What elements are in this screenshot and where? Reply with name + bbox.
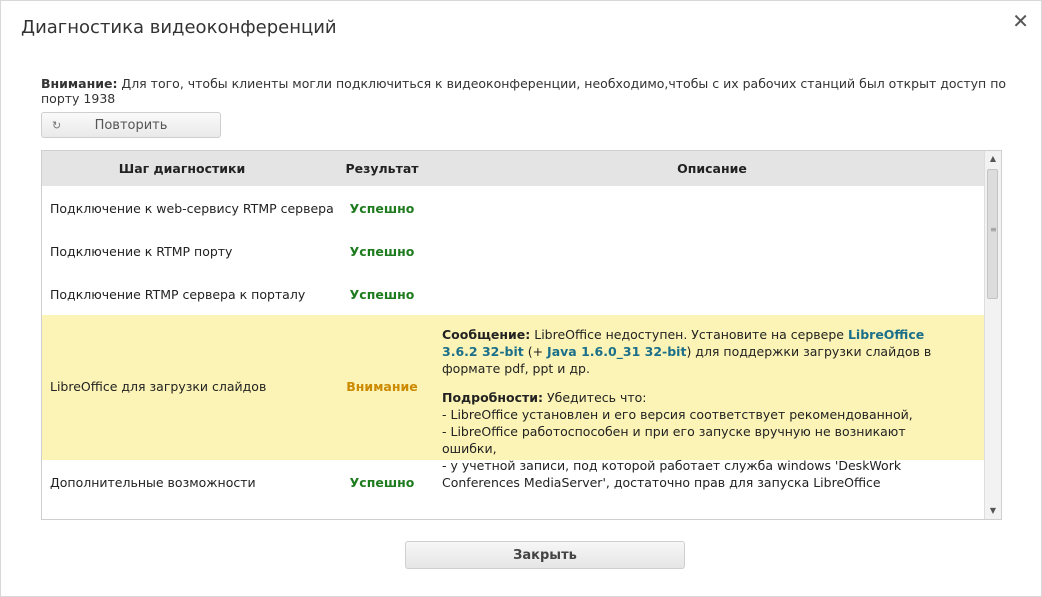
details-label: Подробности:: [442, 390, 544, 405]
grip-icon: ≡: [990, 225, 997, 234]
retry-label: Повторить: [94, 118, 168, 133]
message-paragraph: Сообщение: LibreOffice недоступен. Устан…: [442, 326, 962, 377]
details-intro: Убедитесь что:: [543, 390, 647, 405]
step-name: Подключение RTMP сервера к порталу: [50, 287, 306, 302]
message-text: LibreOffice недоступен. Установите на се…: [530, 327, 848, 342]
message-text: (+: [523, 344, 548, 359]
retry-button[interactable]: ↻ Повторить: [41, 112, 221, 138]
step-name: Дополнительные возможности: [50, 475, 256, 490]
step-name: Подключение к RTMP порту: [50, 244, 233, 259]
table-row: Подключение к RTMP порту Успешно: [42, 229, 984, 272]
result-status: Успешно: [349, 475, 415, 490]
table-row: Дополнительные возможности Успешно: [42, 460, 984, 505]
header-description: Описание: [677, 161, 747, 176]
scroll-thumb[interactable]: ≡: [987, 169, 998, 299]
header-step: Шаг диагностики: [118, 161, 246, 176]
details-line: - LibreOffice установлен и его версия со…: [442, 407, 913, 422]
table-row: Подключение RTMP сервера к порталу Успеш…: [42, 272, 984, 315]
step-name: LibreOffice для загрузки слайдов: [50, 379, 267, 394]
result-status: Успешно: [349, 201, 415, 216]
dialog-title: Диагностика видеоконференций: [21, 17, 337, 38]
header-result: Результат: [345, 161, 419, 176]
table-body: Подключение к web-сервису RTMP сервера У…: [42, 186, 984, 505]
port-warning: Внимание: Для того, чтобы клиенты могли …: [41, 76, 1041, 106]
scroll-up-icon[interactable]: ▲: [985, 151, 1001, 167]
warning-text: Для того, чтобы клиенты могли подключить…: [41, 76, 1007, 106]
warning-label: Внимание:: [41, 76, 118, 91]
close-button[interactable]: Закрыть: [405, 541, 685, 569]
message-label: Сообщение:: [442, 327, 531, 342]
result-status: Внимание: [346, 379, 418, 394]
table-header: Шаг диагностики Результат Описание: [42, 151, 984, 186]
result-status: Успешно: [349, 287, 415, 302]
diagnostics-dialog: Диагностика видеоконференций ✕ Внимание:…: [0, 0, 1042, 597]
java-version-link[interactable]: Java 1.6.0_31 32-bit: [547, 344, 686, 359]
diagnostics-table: Шаг диагностики Результат Описание Подкл…: [41, 150, 1002, 520]
details-paragraph: Подробности: Убедитесь что:: [442, 389, 962, 406]
result-status: Успешно: [349, 244, 415, 259]
refresh-icon: ↻: [52, 119, 62, 132]
close-icon[interactable]: ✕: [1012, 11, 1029, 31]
step-name: Подключение к web-сервису RTMP сервера: [50, 201, 334, 216]
vertical-scrollbar[interactable]: ▲ ≡ ▼: [984, 151, 1001, 519]
table-row: Подключение к web-сервису RTMP сервера У…: [42, 186, 984, 229]
table-row-warning: LibreOffice для загрузки слайдов Внимани…: [42, 315, 984, 490]
details-line: - LibreOffice работоспособен и при его з…: [442, 424, 906, 456]
scroll-down-icon[interactable]: ▼: [985, 503, 1001, 519]
